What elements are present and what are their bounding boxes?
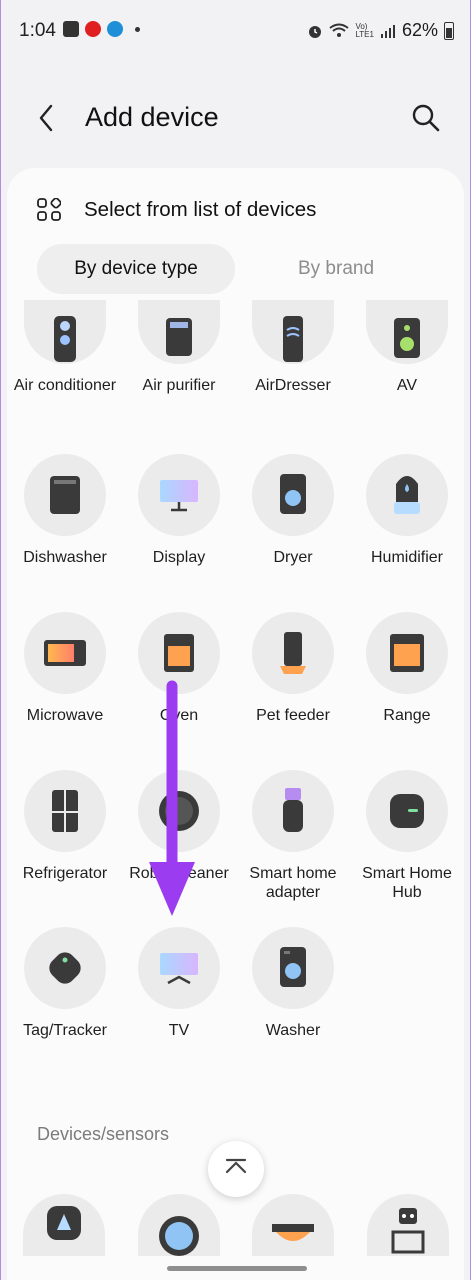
battery-icon	[444, 21, 454, 40]
air-purifier-icon	[166, 318, 192, 356]
device-smart-home-adapter[interactable]: Smart home adapter	[236, 770, 350, 902]
device-washer[interactable]: Washer	[236, 927, 350, 1040]
device-dryer[interactable]: Dryer	[236, 454, 350, 567]
dryer-icon	[280, 474, 306, 514]
device-display[interactable]: Display	[122, 454, 236, 567]
signal-icon	[380, 24, 395, 38]
back-button[interactable]	[29, 100, 65, 136]
ht-app-icon	[107, 21, 123, 37]
tv-icon	[160, 953, 198, 985]
news-app-icon	[85, 21, 101, 37]
battery-percent: 62%	[401, 20, 438, 40]
oven-icon	[164, 634, 194, 672]
status-time: 1:04	[19, 20, 56, 41]
device-robot-cleaner[interactable]: Robot cleaner	[122, 770, 236, 883]
air-conditioner-icon	[54, 316, 76, 362]
select-from-list-label: Select from list of devices	[84, 198, 317, 221]
refrigerator-icon	[52, 790, 78, 832]
volte-icon: Vo) LTE1	[355, 21, 374, 39]
chevron-up-icon	[225, 1158, 247, 1174]
scroll-to-top-button[interactable]	[208, 1141, 264, 1197]
adapter-icon	[283, 788, 303, 832]
device-filter-tabs: By device type By brand	[37, 244, 437, 294]
device-list-icon	[37, 198, 61, 221]
device-tv[interactable]: TV	[122, 927, 236, 1040]
robot-cleaner-icon	[159, 791, 199, 831]
tab-by-device-type[interactable]: By device type	[37, 244, 235, 294]
device-oven[interactable]: Oven	[122, 612, 236, 725]
device-refrigerator[interactable]: Refrigerator	[8, 770, 122, 883]
device-pet-feeder[interactable]: Pet feeder	[236, 612, 350, 725]
device-range[interactable]: Range	[350, 612, 464, 725]
status-bar: 1:04 Vo) LTE1 62%	[1, 0, 470, 62]
device-smart-home-hub[interactable]: Smart Home Hub	[350, 770, 464, 902]
tag-tracker-icon	[49, 952, 81, 984]
microwave-icon	[44, 640, 86, 666]
device-humidifier[interactable]: Humidifier	[350, 454, 464, 567]
devices-sensors-heading: Devices/sensors	[37, 1124, 170, 1144]
app-header: Add device	[1, 80, 470, 156]
gallery-icon	[63, 21, 79, 37]
washer-icon	[280, 947, 306, 987]
device-airdresser[interactable]: AirDresser	[236, 300, 350, 395]
page-title: Add device	[85, 102, 219, 132]
display-icon	[160, 480, 198, 512]
dishwasher-icon	[50, 476, 80, 514]
device-dishwasher[interactable]: Dishwasher	[8, 454, 122, 567]
device-tag-tracker[interactable]: Tag/Tracker	[8, 927, 122, 1040]
select-from-list-row[interactable]: Select from list of devices	[37, 198, 316, 222]
wifi-icon	[329, 23, 350, 37]
humidifier-icon	[394, 476, 420, 514]
hub-icon	[390, 794, 424, 828]
range-icon	[390, 634, 424, 672]
device-air-conditioner[interactable]: Air conditioner	[8, 300, 122, 395]
speaker-icon	[394, 318, 420, 358]
device-air-purifier[interactable]: Air purifier	[122, 300, 236, 395]
search-icon[interactable]	[408, 100, 444, 136]
tab-by-brand[interactable]: By brand	[237, 244, 435, 294]
pet-feeder-icon	[280, 632, 306, 674]
dot-icon	[135, 26, 140, 32]
home-indicator	[167, 1266, 307, 1271]
alarm-icon	[309, 25, 322, 38]
device-microwave[interactable]: Microwave	[8, 612, 122, 725]
airdresser-icon	[283, 316, 303, 362]
device-av[interactable]: AV	[350, 300, 464, 395]
